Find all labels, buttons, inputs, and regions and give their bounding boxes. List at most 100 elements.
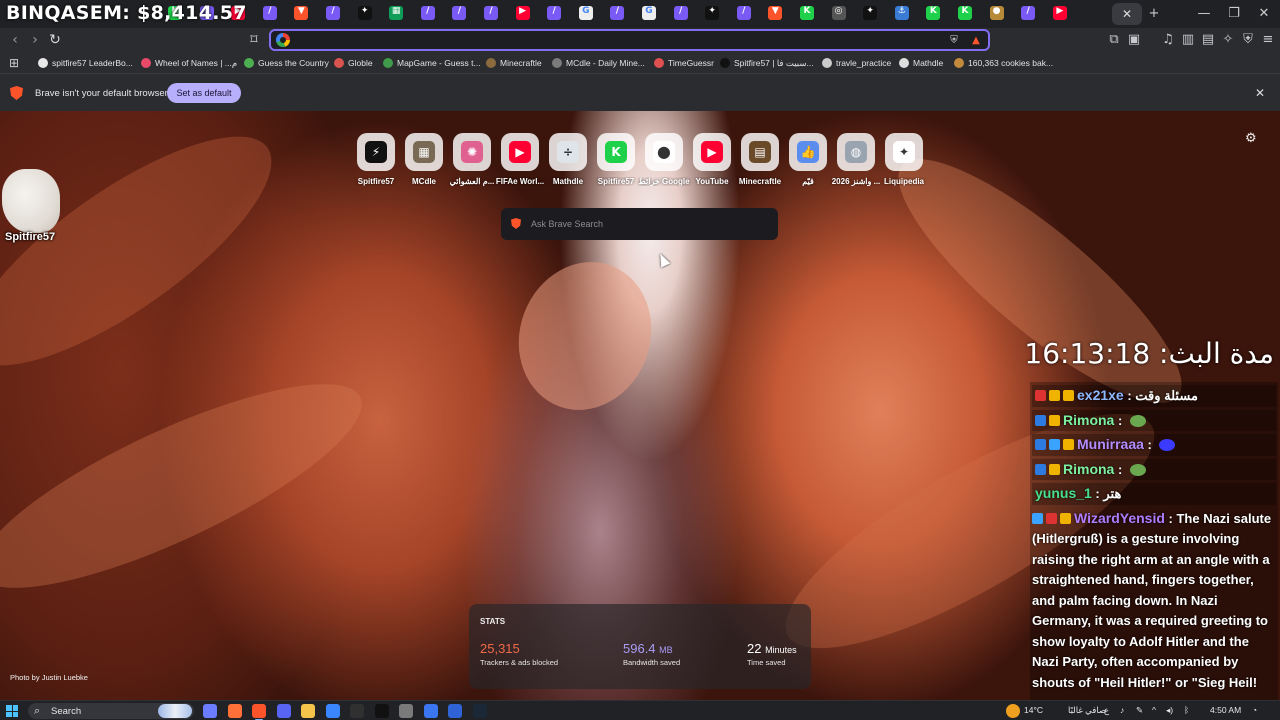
file-explorer-icon[interactable] bbox=[301, 704, 315, 718]
top-site-tile[interactable]: ▤ Minecraftle bbox=[739, 133, 781, 186]
steam-icon[interactable] bbox=[472, 704, 487, 718]
close-icon[interactable]: ✕ bbox=[1122, 7, 1132, 21]
tile-icon-box[interactable]: ▤ bbox=[741, 133, 779, 171]
browser-tab[interactable]: ✦ bbox=[357, 6, 372, 20]
forward-button[interactable]: › bbox=[26, 31, 44, 49]
brave-search-box[interactable] bbox=[501, 208, 778, 240]
browser-tab[interactable]: / bbox=[484, 6, 498, 20]
top-site-tile[interactable]: K Spitfire57 bbox=[597, 133, 635, 186]
browser-tab[interactable]: / bbox=[452, 6, 467, 20]
set-default-button[interactable]: Set as default bbox=[167, 83, 241, 103]
checkmark-app-icon[interactable] bbox=[325, 704, 340, 718]
volume-icon[interactable]: ◂) bbox=[1166, 705, 1173, 716]
sidebar-icon[interactable]: ▥ bbox=[1179, 31, 1197, 49]
browser-tab[interactable]: K bbox=[926, 6, 941, 20]
maximize-button[interactable]: ❐ bbox=[1220, 4, 1248, 24]
gear-icon[interactable]: ⚙ bbox=[1245, 131, 1257, 146]
search-input[interactable] bbox=[531, 215, 761, 233]
bookmark-item[interactable]: MapGame - Guess t... bbox=[383, 56, 481, 70]
bluetooth-app-icon[interactable] bbox=[448, 704, 462, 718]
browser-tab[interactable]: ▼ bbox=[768, 6, 783, 20]
top-site-tile[interactable]: 👍 قيّم bbox=[789, 133, 827, 186]
brave-shields-icon[interactable]: ⛨ bbox=[947, 34, 961, 48]
new-tab-button[interactable]: + bbox=[1140, 4, 1168, 24]
weather-temp[interactable]: 14°C bbox=[1024, 705, 1043, 715]
bookmark-item[interactable]: Mathdle bbox=[899, 56, 943, 70]
mic-icon[interactable]: ♪ bbox=[1120, 705, 1124, 715]
obs-icon[interactable] bbox=[350, 704, 364, 718]
pen-icon[interactable]: ✎ bbox=[1136, 705, 1143, 716]
clock[interactable]: 4:50 AM bbox=[1210, 705, 1241, 715]
browser-tab[interactable]: / bbox=[547, 6, 562, 20]
tile-icon-box[interactable]: K bbox=[597, 133, 635, 171]
tile-icon-box[interactable]: ▶ bbox=[501, 133, 539, 171]
browser-tab[interactable]: ✦ bbox=[863, 6, 878, 20]
reload-button[interactable]: ↻ bbox=[46, 31, 64, 49]
window-close-button[interactable]: ✕ bbox=[1250, 4, 1278, 24]
browser-tab[interactable]: ⚓ bbox=[894, 6, 909, 20]
browser-tab[interactable]: / bbox=[262, 6, 277, 20]
browser-tab[interactable]: ✦ bbox=[705, 6, 720, 20]
infobar-close-button[interactable]: ✕ bbox=[1255, 86, 1265, 100]
bookmark-item[interactable]: Spitfire57 | سبيت فا... bbox=[720, 56, 814, 70]
top-site-tile[interactable]: ⚡ Spitfire57 bbox=[357, 133, 395, 186]
browser-tab[interactable]: G bbox=[642, 6, 656, 20]
top-site-tile[interactable]: ◍ 2026 واشنز ... bbox=[832, 133, 880, 186]
notification-icon[interactable]: ◔ bbox=[1252, 705, 1257, 715]
browser-tab[interactable]: ◎ bbox=[831, 6, 846, 20]
bookmark-item[interactable]: Minecraftle bbox=[486, 56, 542, 70]
top-site-tile[interactable]: ▶ FIFAe Worl... bbox=[496, 133, 544, 186]
signal-icon[interactable] bbox=[423, 704, 438, 718]
top-site-tile[interactable]: ▦ MCdle bbox=[405, 133, 443, 186]
browser-tab[interactable]: ● bbox=[989, 6, 1004, 20]
browser-tab[interactable]: / bbox=[736, 6, 751, 20]
tile-icon-box[interactable]: ✦ bbox=[885, 133, 923, 171]
tray-chevron-icon[interactable]: ^ bbox=[1152, 705, 1156, 715]
tile-icon-box[interactable]: ÷ bbox=[549, 133, 587, 171]
top-site-tile[interactable]: ▶ YouTube bbox=[693, 133, 731, 186]
browser-tab[interactable]: ▶ bbox=[515, 6, 530, 20]
address-bar[interactable]: ⛨ ▲ bbox=[269, 29, 990, 51]
tile-icon-box[interactable]: ✺ bbox=[453, 133, 491, 171]
active-tab-close-button[interactable]: ✕ bbox=[1112, 3, 1142, 25]
bookmark-item[interactable]: spitfire57 LeaderBo... bbox=[38, 56, 133, 70]
browser-tab[interactable]: / bbox=[326, 6, 340, 20]
bookmark-item[interactable]: MCdle - Daily Mine... bbox=[552, 56, 645, 70]
top-site-tile[interactable]: ÷ Mathdle bbox=[549, 133, 587, 186]
start-button[interactable] bbox=[6, 705, 18, 717]
browser-tab[interactable]: K bbox=[800, 6, 814, 20]
xbox-icon[interactable] bbox=[399, 704, 413, 718]
puzzle-icon[interactable]: ⧉ bbox=[1105, 31, 1123, 49]
bluetooth-icon[interactable]: ᛒ bbox=[1184, 705, 1189, 715]
brave-rewards-icon[interactable]: ▲ bbox=[969, 34, 983, 48]
tile-icon-box[interactable]: ⬤ bbox=[645, 133, 683, 171]
browser-tab[interactable]: / bbox=[673, 6, 688, 20]
brave-icon[interactable] bbox=[252, 704, 266, 720]
tile-icon-box[interactable]: ▶ bbox=[693, 133, 731, 171]
bookmark-item[interactable]: TimeGuessr bbox=[654, 56, 714, 70]
tile-icon-box[interactable]: ◍ bbox=[837, 133, 875, 171]
wallet-icon[interactable]: ▤ bbox=[1199, 31, 1217, 49]
menu-icon[interactable]: ≡ bbox=[1259, 31, 1277, 49]
discord-icon[interactable] bbox=[276, 704, 291, 718]
tile-icon-box[interactable]: ⚡ bbox=[357, 133, 395, 171]
tile-icon-box[interactable]: 👍 bbox=[789, 133, 827, 171]
top-site-tile[interactable]: ✺ م العشوائي... bbox=[450, 133, 494, 186]
browser-tab[interactable]: G bbox=[578, 6, 593, 20]
apps-grid-icon[interactable]: ⊞ bbox=[5, 54, 23, 72]
top-site-tile[interactable]: ✦ Liquipedia bbox=[884, 133, 924, 186]
tiktok-icon[interactable] bbox=[374, 704, 389, 718]
url-input[interactable] bbox=[295, 32, 935, 48]
minimize-button[interactable]: — bbox=[1190, 4, 1218, 24]
vpn-icon[interactable]: ⛨ bbox=[1239, 31, 1257, 49]
bookmark-item[interactable]: 160,363 cookies bak... bbox=[954, 56, 1053, 70]
leo-icon[interactable]: ✧ bbox=[1219, 31, 1237, 49]
browser-tab[interactable]: ▼ bbox=[294, 6, 309, 20]
browser-tab[interactable]: / bbox=[610, 6, 625, 20]
browser-tab[interactable]: / bbox=[1021, 6, 1036, 20]
language-indicator[interactable]: ع bbox=[1104, 705, 1109, 716]
bookmark-item[interactable]: Guess the Country bbox=[244, 56, 329, 70]
tile-icon-box[interactable]: ▦ bbox=[405, 133, 443, 171]
top-site-tile[interactable]: ⬤ خرائط Google bbox=[638, 133, 690, 186]
music-icon[interactable]: ♫ bbox=[1159, 31, 1177, 49]
